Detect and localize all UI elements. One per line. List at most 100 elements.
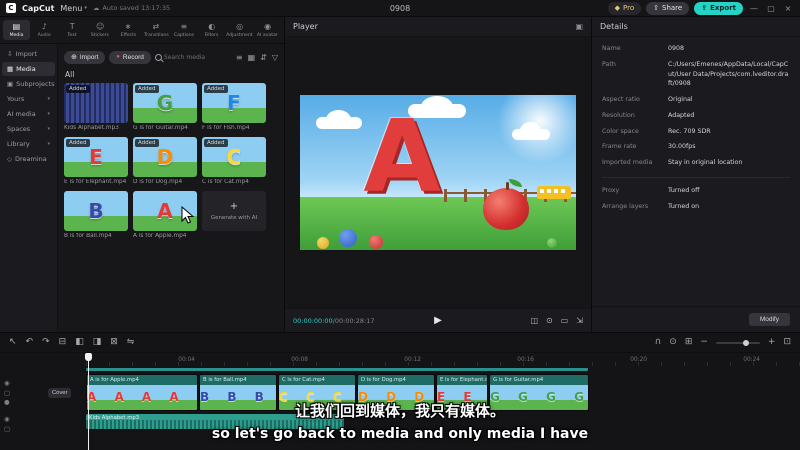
ribbon-tab-audio[interactable]: ♪ Audio — [31, 20, 58, 40]
zoom-in-icon[interactable]: + — [768, 338, 776, 347]
split-icon[interactable]: ⊟ — [59, 338, 67, 347]
media-item[interactable]: + Generate with AI — [202, 191, 266, 239]
ribbon-tab-stickers[interactable]: ☺ Stickers — [87, 20, 114, 40]
zoom-slider[interactable] — [715, 339, 760, 346]
track-toggle-icon[interactable]: ● — [4, 399, 10, 406]
fullscreen-icon[interactable]: ⇲ — [576, 316, 583, 325]
media-item-label: B is for Ball.mp4 — [64, 233, 112, 239]
sidebar-item-ai-media[interactable]: AI media ▾ — [2, 107, 55, 121]
media-item[interactable]: Added Kids Alphabet.mp3 — [64, 83, 128, 131]
sort-icon[interactable]: ⇵ — [260, 53, 267, 62]
ribbon-tab-effects[interactable]: ∗ Effects — [115, 20, 142, 40]
snapshot-icon[interactable]: ⊙ — [546, 316, 553, 325]
fit-timeline-icon[interactable]: ⊡ — [783, 338, 791, 347]
preview-axis-icon[interactable]: ⊞ — [685, 338, 693, 347]
media-item[interactable]: B B is for Ball.mp4 — [64, 191, 128, 239]
ribbon-tab-adjustment[interactable]: ◎ Adjustment — [226, 20, 253, 40]
media-icon: ▦ — [7, 65, 14, 73]
track-toggle-icon[interactable]: ▢ — [4, 425, 10, 433]
media-item[interactable]: A A is for Apple.mp4 — [133, 191, 197, 239]
undo-icon[interactable]: ↶ — [26, 338, 34, 347]
media-item[interactable]: D Added D is for Dog.mp4 — [133, 137, 197, 185]
play-button[interactable]: ▶ — [434, 315, 442, 326]
filter-icon[interactable]: ▽ — [272, 53, 278, 62]
ball — [369, 235, 383, 249]
timeline: ↖ ↶ ↷ ⊟ ◧ ◨ ⊠ ⇋ ∩ ⊙ ⊞ − + ⊡ 00:04 00:08 00:12 00:16 00:2… — [0, 332, 800, 450]
zoom-out-icon[interactable]: − — [700, 338, 708, 347]
import-button[interactable]: ⊕ Import — [64, 50, 106, 64]
sidebar-item-yours[interactable]: Yours ▾ — [2, 92, 55, 106]
diamond-icon: ◆ — [614, 4, 621, 12]
media-thumbnail[interactable]: D Added — [133, 137, 197, 177]
ribbon-tab-captions[interactable]: ≡ Captions — [170, 20, 197, 40]
timeline-clip[interactable]: B is for Ball.mp4B B B B B B — [199, 374, 277, 411]
generate-with-ai-tile[interactable]: + Generate with AI — [202, 191, 266, 231]
track-toggle-icon[interactable]: ◉ — [4, 416, 10, 423]
sidebar-item-library[interactable]: Library ▾ — [2, 137, 55, 151]
timeline-clip[interactable]: A is for Apple.mp4A A A A A A — [86, 374, 198, 411]
ribbon-tab-media[interactable]: ▤ Media — [3, 20, 30, 40]
link-icon[interactable]: ⊙ — [669, 338, 677, 347]
media-thumbnail[interactable]: B — [64, 191, 128, 231]
sidebar-item-subprojects[interactable]: ▣ Subprojects — [2, 77, 55, 91]
redo-icon[interactable]: ↷ — [42, 338, 50, 347]
delete-right-icon[interactable]: ◨ — [93, 338, 102, 347]
ratio-icon[interactable]: ▭ — [561, 316, 569, 325]
media-item[interactable]: G Added G is for Guitar.mp4 — [133, 83, 197, 131]
search-box[interactable] — [154, 53, 216, 61]
media-thumbnail[interactable]: F Added — [202, 83, 266, 123]
media-thumbnail[interactable]: A — [133, 191, 197, 231]
cloud — [512, 122, 550, 141]
timeline-clip[interactable]: D is for Dog.mp4D D D D D D — [357, 374, 435, 411]
sidebar-item-import[interactable]: ⇩ Import — [2, 47, 55, 61]
sidebar-item-media[interactable]: ▦ Media — [2, 62, 55, 76]
delete-icon[interactable]: ⊠ — [110, 338, 118, 347]
media-item[interactable]: C Added C is for Cat.mp4 — [202, 137, 266, 185]
maximize-button[interactable]: ▢ — [765, 4, 777, 13]
cover-button[interactable]: Cover — [48, 388, 72, 398]
stickers-icon: ☺ — [95, 22, 105, 31]
record-button[interactable]: ● Record — [109, 50, 151, 64]
media-thumbnail[interactable]: G Added — [133, 83, 197, 123]
playhead[interactable] — [85, 353, 92, 450]
track-toggle-icon[interactable]: ▢ — [4, 389, 10, 397]
ribbon-tab-transitions[interactable]: ⇄ Transitions — [142, 20, 169, 40]
media-item[interactable]: F Added F is for Fish.mp4 — [202, 83, 266, 131]
audio-clip[interactable]: Kids Alphabet.mp3 — [86, 414, 344, 429]
search-input[interactable] — [163, 53, 216, 61]
mirror-preview-icon[interactable]: ◫ — [530, 316, 538, 325]
timeline-clip[interactable]: E is for Elephant.mp4E E E E E E — [436, 374, 488, 411]
close-button[interactable]: × — [782, 4, 794, 13]
modify-button[interactable]: Modify — [748, 313, 790, 326]
ribbon-tab-text[interactable]: T Text — [59, 20, 86, 40]
timeline-ruler[interactable]: 00:04 00:08 00:12 00:16 00:20 00:24 — [0, 353, 800, 366]
media-thumbnail[interactable]: E Added — [64, 137, 128, 177]
mirror-icon[interactable]: ⇋ — [127, 338, 135, 347]
media-thumbnail[interactable]: Added — [64, 83, 128, 123]
ribbon-tab-ai-avatar[interactable]: ◉ AI avatar — [254, 20, 281, 40]
sidebar-item-spaces[interactable]: Spaces ▾ — [2, 122, 55, 136]
minimize-button[interactable]: — — [748, 4, 760, 13]
grid-view-icon[interactable]: ▦ — [248, 53, 256, 62]
media-item[interactable]: E Added E is for Elephant.mp4 — [64, 137, 128, 185]
track-toggle-icon[interactable]: ◉ — [4, 380, 10, 387]
timeline-clip[interactable]: G is for Guitar.mp4G G G G G G — [489, 374, 589, 411]
ribbon-tab-filters[interactable]: ◐ Filters — [198, 20, 225, 40]
select-tool-icon[interactable]: ↖ — [9, 338, 17, 347]
export-button[interactable]: ⇪ Export — [694, 1, 743, 15]
float-panel-icon[interactable]: ▣ — [575, 22, 583, 31]
list-view-icon[interactable]: ≡ — [236, 53, 243, 62]
delete-left-icon[interactable]: ◧ — [75, 338, 84, 347]
share-button[interactable]: ⇧ Share — [646, 1, 690, 15]
magnet-icon[interactable]: ∩ — [655, 338, 662, 347]
sidebar-item-dreamina[interactable]: ◇ Dreamina — [2, 152, 55, 166]
pro-badge[interactable]: ◆ Pro — [607, 1, 642, 15]
caption-track-strip[interactable] — [86, 368, 588, 371]
zoom-slider-knob[interactable] — [742, 339, 749, 346]
playhead-handle[interactable] — [85, 353, 92, 361]
chevron-down-icon: ▾ — [47, 111, 50, 117]
media-thumbnail[interactable]: C Added — [202, 137, 266, 177]
video-preview[interactable]: A — [300, 95, 576, 250]
timeline-clip[interactable]: C is for Cat.mp4C C C C C C — [278, 374, 356, 411]
menu-button[interactable]: Menu ▾ — [60, 4, 86, 13]
